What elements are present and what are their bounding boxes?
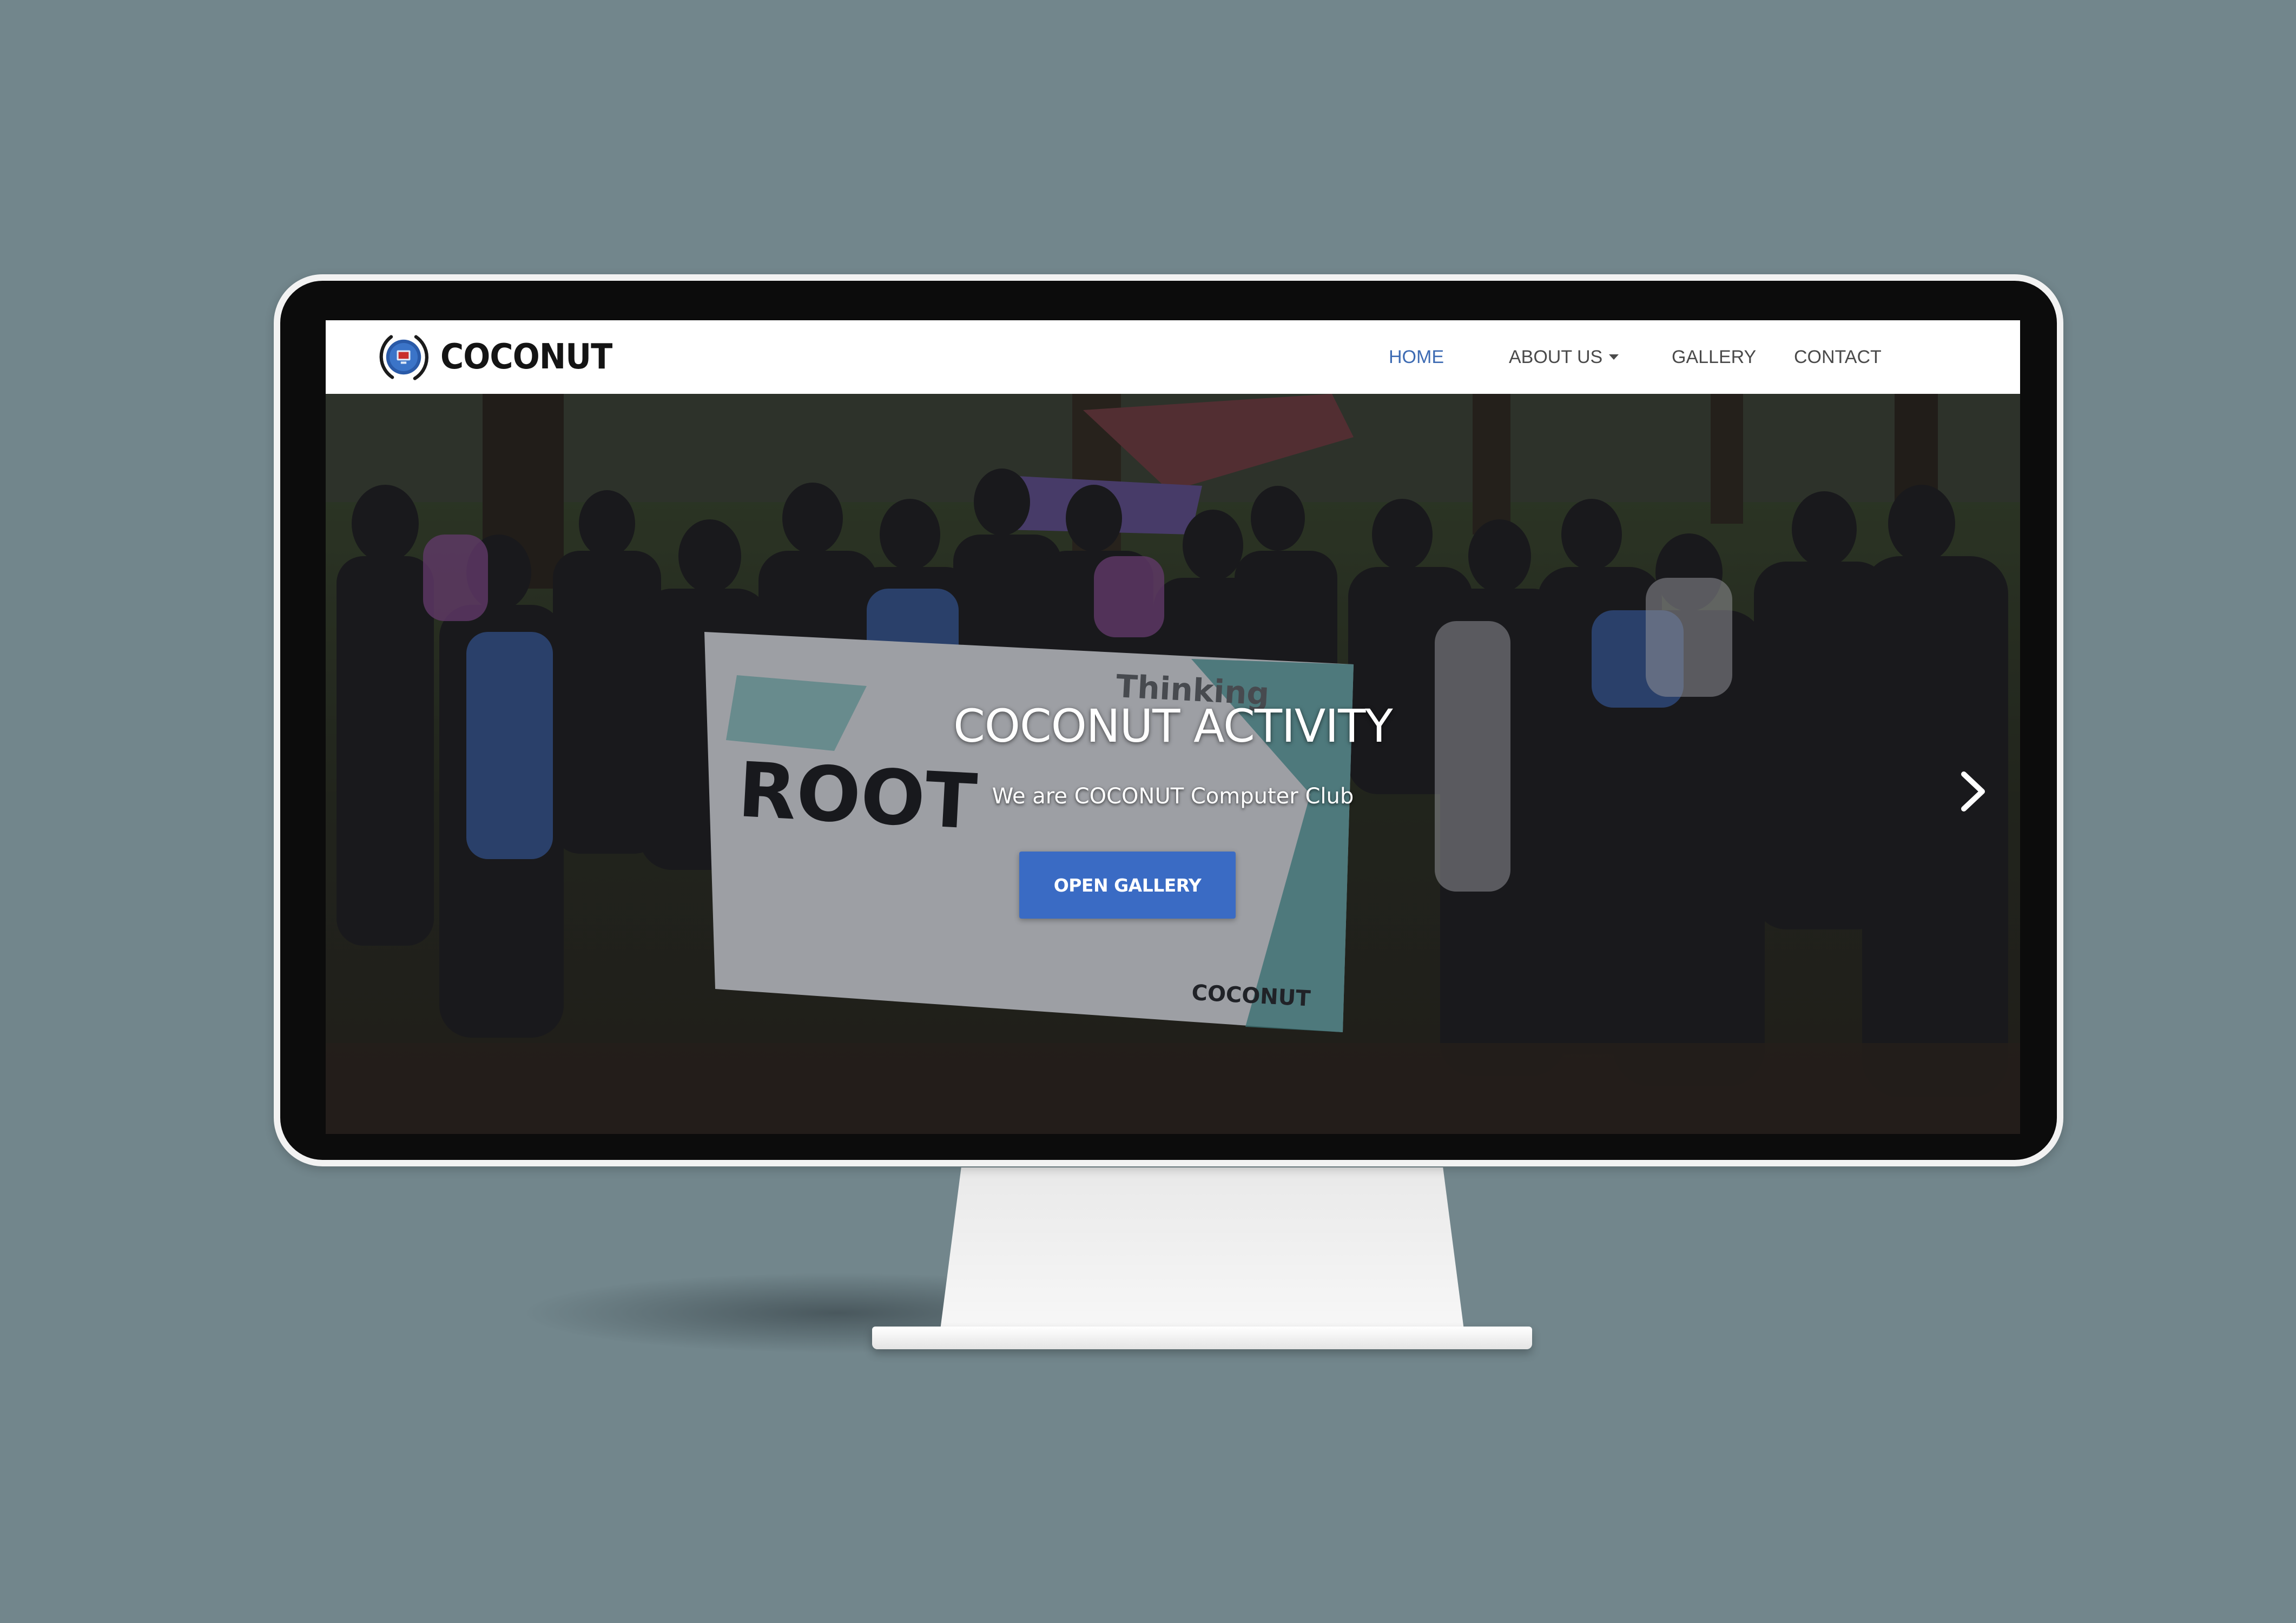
nav-about-us-label: ABOUT US (1509, 346, 1603, 367)
nav-gallery[interactable]: GALLERY (1672, 320, 1756, 394)
monitor-screen: COCONUT HOME ABOUT US GALLERY CONTACT RO… (326, 320, 2020, 1134)
monitor-bezel: COCONUT HOME ABOUT US GALLERY CONTACT RO… (274, 274, 2063, 1166)
navbar: COCONUT HOME ABOUT US GALLERY CONTACT (326, 320, 2020, 394)
caret-down-icon (1609, 354, 1619, 360)
open-gallery-button[interactable]: OPEN GALLERY (1019, 852, 1236, 919)
hero-carousel: ROOT Thinking COCONUT COCONUT ACTIVITY W… (326, 394, 2020, 1134)
monitor-stand-base (872, 1327, 1532, 1349)
coconut-logo-icon (379, 335, 428, 380)
desktop-mockup-scene: COCONUT HOME ABOUT US GALLERY CONTACT RO… (0, 0, 2296, 1623)
monitor-stand-neck (940, 1167, 1464, 1330)
nav-contact[interactable]: CONTACT (1794, 320, 1882, 394)
nav-home[interactable]: HOME (1389, 320, 1444, 394)
brand[interactable]: COCONUT (375, 327, 627, 387)
nav-about-us[interactable]: ABOUT US (1509, 320, 1619, 394)
hero-title: COCONUT ACTIVITY (953, 700, 1393, 753)
chevron-right-icon[interactable] (1954, 770, 1992, 813)
hero-dark-overlay (326, 394, 2020, 1134)
brand-name: COCONUT (440, 337, 612, 377)
hero-subtitle: We are COCONUT Computer Club (992, 784, 1354, 809)
